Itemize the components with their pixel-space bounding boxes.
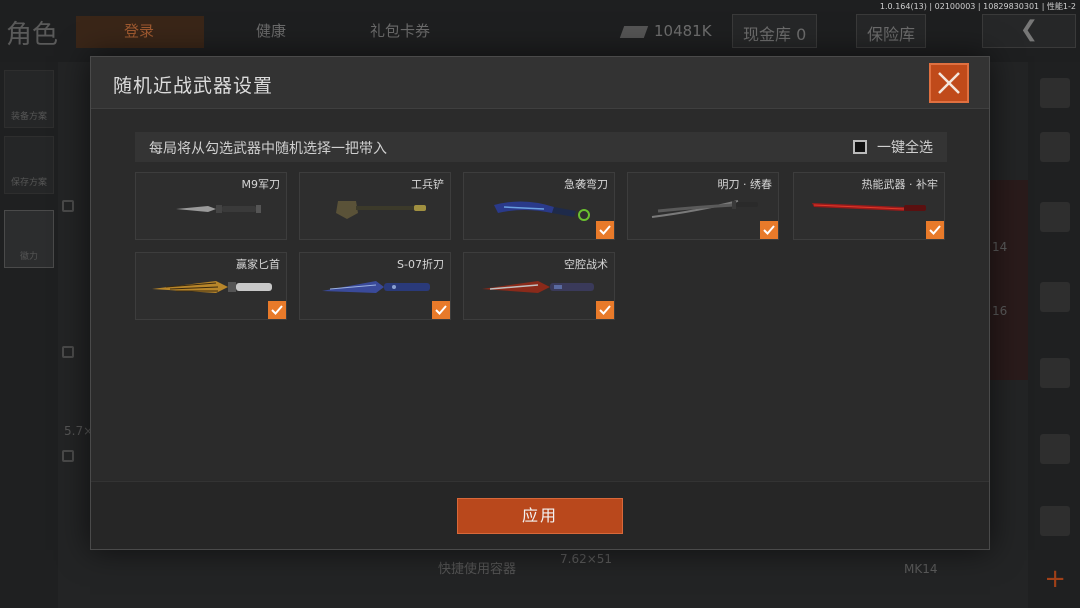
check-icon[interactable]: [596, 301, 614, 319]
slot-icon[interactable]: [1040, 282, 1070, 312]
money-display: 10481K: [619, 22, 712, 40]
badge-button[interactable]: 徽力: [4, 210, 54, 268]
slot-icon[interactable]: [1040, 78, 1070, 108]
slot-icon[interactable]: [1040, 506, 1070, 536]
page-title: 角色: [6, 20, 59, 50]
game-screen: 角色 登录 健康 礼包卡券 10481K 现金库 0 保险库 ❮ 1.0.164…: [0, 0, 1080, 608]
gold-dagger-icon: [152, 281, 272, 293]
close-icon: [938, 72, 960, 94]
right-item-panel: [990, 180, 1030, 380]
cash-vault-button[interactable]: 现金库 0: [732, 14, 818, 48]
slot-icon[interactable]: [1040, 202, 1070, 232]
save-plan-button[interactable]: 保存方案: [4, 136, 54, 194]
loadout-plan-button[interactable]: 装备方案: [4, 70, 54, 128]
weapon-card-hollow-tactical[interactable]: 空腔战术: [463, 252, 615, 320]
tactical-knife-icon: [482, 281, 594, 293]
folding-knife-icon: [322, 281, 430, 293]
check-icon[interactable]: [926, 221, 944, 239]
money-icon: [619, 25, 649, 38]
lock-icon: [62, 200, 74, 212]
katana-icon: [651, 200, 758, 218]
weapon-label: MK14: [904, 562, 938, 576]
select-all-toggle[interactable]: 一键全选: [853, 137, 933, 157]
weapon-card-shovel[interactable]: 工兵铲: [299, 172, 451, 240]
version-text: 1.0.164(13) | 02100003 | 10829830301 | 性…: [879, 2, 1076, 11]
left-sidebar: 装备方案 保存方案 徽力: [0, 62, 58, 608]
back-arrow-icon: ❮: [1019, 17, 1039, 42]
select-all-label: 一键全选: [877, 140, 933, 156]
slot-icon[interactable]: [1040, 132, 1070, 162]
tab-gift-cards[interactable]: 礼包卡券: [370, 20, 430, 41]
weapon-card-thermal-blade[interactable]: 热能武器 · 补牢: [793, 172, 945, 240]
safe-box-button[interactable]: 保险库: [856, 14, 927, 48]
money-value: 10481K: [654, 22, 712, 40]
lock-icon: [62, 346, 74, 358]
quick-use-container-text[interactable]: 快捷使用容器: [438, 558, 516, 577]
slot-icon[interactable]: [1040, 434, 1070, 464]
plus-icon[interactable]: +: [1044, 564, 1066, 594]
check-icon[interactable]: [432, 301, 450, 319]
bayonet-icon: [176, 205, 261, 213]
close-button[interactable]: [929, 63, 969, 103]
weapon-card-s07-folding-knife[interactable]: S-07折刀: [299, 252, 451, 320]
dialog-header: 随机近战武器设置: [91, 57, 989, 109]
karambit-icon: [494, 201, 590, 221]
red-blade-icon: [812, 203, 926, 211]
ammo-label: 7.62×51: [560, 552, 613, 566]
weapon-card-m9[interactable]: M9军刀: [135, 172, 287, 240]
weapon-card-karambit[interactable]: 急袭弯刀: [463, 172, 615, 240]
info-bar: 每局将从勾选武器中随机选择一把带入 一键全选: [135, 132, 947, 162]
slot-icon[interactable]: [1040, 358, 1070, 388]
ammo-caliber-text: 5.7×: [64, 424, 94, 438]
tab-login[interactable]: 登录: [124, 20, 154, 41]
check-icon[interactable]: [596, 221, 614, 239]
right-count: 16: [992, 304, 1008, 318]
right-count: 14: [992, 240, 1008, 254]
back-button[interactable]: ❮: [982, 14, 1076, 48]
apply-button[interactable]: 应用: [457, 498, 623, 534]
lock-icon: [62, 450, 74, 462]
weapon-card-winner-dagger[interactable]: 赢家匕首: [135, 252, 287, 320]
check-icon[interactable]: [760, 221, 778, 239]
random-melee-settings-dialog: 随机近战武器设置 每局将从勾选武器中随机选择一把带入 一键全选 M9军刀 工兵铲…: [90, 56, 990, 550]
right-sidebar: [1028, 62, 1080, 608]
dialog-title: 随机近战武器设置: [113, 75, 274, 97]
tab-health[interactable]: 健康: [256, 20, 286, 41]
dialog-body: 每局将从勾选武器中随机选择一把带入 一键全选 M9军刀 工兵铲 急袭弯刀 明刀 …: [91, 110, 989, 480]
check-icon[interactable]: [268, 301, 286, 319]
info-text: 每局将从勾选武器中随机选择一把带入: [149, 141, 387, 157]
select-all-checkbox[interactable]: [853, 140, 867, 154]
dialog-footer: 应用: [91, 481, 989, 549]
shovel-icon: [336, 201, 426, 219]
weapon-card-katana[interactable]: 明刀 · 绣春: [627, 172, 779, 240]
